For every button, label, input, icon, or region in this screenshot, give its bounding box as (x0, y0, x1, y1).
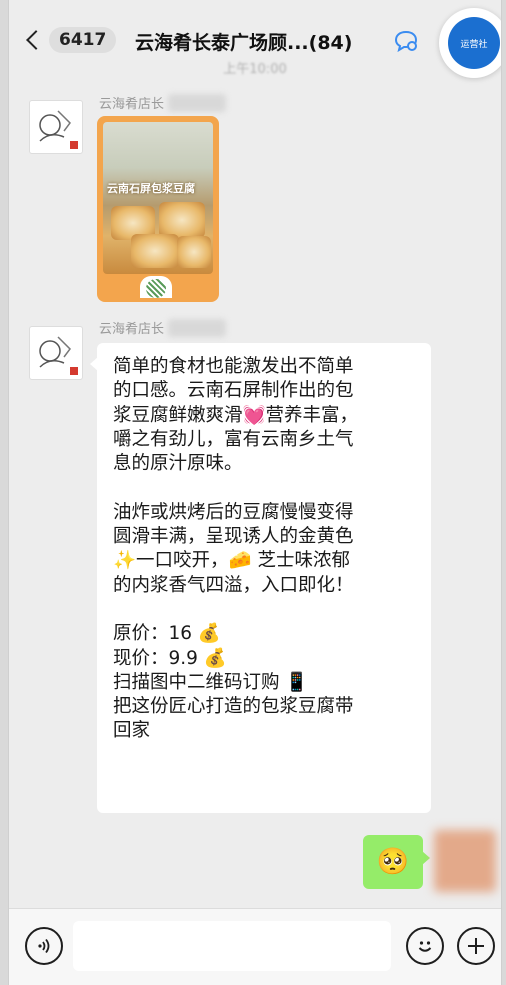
tofu-piece (131, 234, 179, 268)
input-bar (9, 908, 501, 985)
more-button[interactable] (457, 927, 495, 965)
text-message-bubble[interactable]: 简单的食材也能激发出不简单 的口感。云南石屏制作出的包 浆豆腐鲜嫩爽滑💓营养丰富… (90, 343, 431, 813)
message-input[interactable] (73, 921, 391, 971)
sender-avatar[interactable] (29, 100, 83, 154)
tofu-photo: 云南石屏包浆豆腐 (103, 122, 213, 274)
sender-name-redacted (168, 93, 227, 112)
sender-name: 云海肴店长 (99, 322, 165, 337)
qr-code-pattern (146, 279, 166, 298)
my-message-bubble[interactable]: 🥺 (363, 835, 430, 889)
avatar-sketch-icon (39, 336, 78, 375)
chat-title[interactable]: 云海肴长泰广场顾...(84) (135, 28, 352, 55)
sender-name-row: 云海肴店长 (99, 318, 227, 337)
unread-count-badge: 6417 (49, 27, 117, 53)
back-button[interactable]: 6417 (26, 24, 117, 56)
chevron-left-icon (26, 30, 46, 50)
plus-icon (468, 938, 484, 954)
voice-icon (38, 938, 50, 954)
my-avatar[interactable] (434, 830, 496, 892)
sender-avatar[interactable] (29, 326, 83, 380)
qr-code (140, 276, 172, 298)
avatar-sketch-icon (39, 110, 78, 149)
tofu-piece (159, 202, 205, 238)
sender-name: 云海肴店长 (99, 97, 165, 112)
tofu-piece (177, 236, 211, 268)
sender-name-redacted (168, 318, 227, 337)
emoji-button[interactable] (406, 927, 444, 965)
message-text: 简单的食材也能激发出不简单 的口感。云南石屏制作出的包 浆豆腐鲜嫩爽滑💓营养丰富… (113, 356, 359, 742)
chat-screen: 6417 云海肴长泰广场顾...(84) 运营社 上午10:00 云海肴店长 云… (8, 0, 502, 985)
message-timestamp: 上午10:00 (223, 62, 287, 77)
chat-bubble-icon (394, 30, 418, 52)
voice-button[interactable] (25, 927, 63, 965)
smiley-icon (418, 941, 432, 952)
emoji-message: 🥺 (376, 847, 410, 877)
chat-header: 6417 云海肴长泰广场顾...(84) 运营社 上午10:00 (9, 0, 501, 78)
sender-name-row: 云海肴店长 (99, 93, 227, 112)
image-caption: 云南石屏包浆豆腐 (107, 182, 195, 195)
image-message[interactable]: 云南石屏包浆豆腐 (97, 116, 219, 302)
